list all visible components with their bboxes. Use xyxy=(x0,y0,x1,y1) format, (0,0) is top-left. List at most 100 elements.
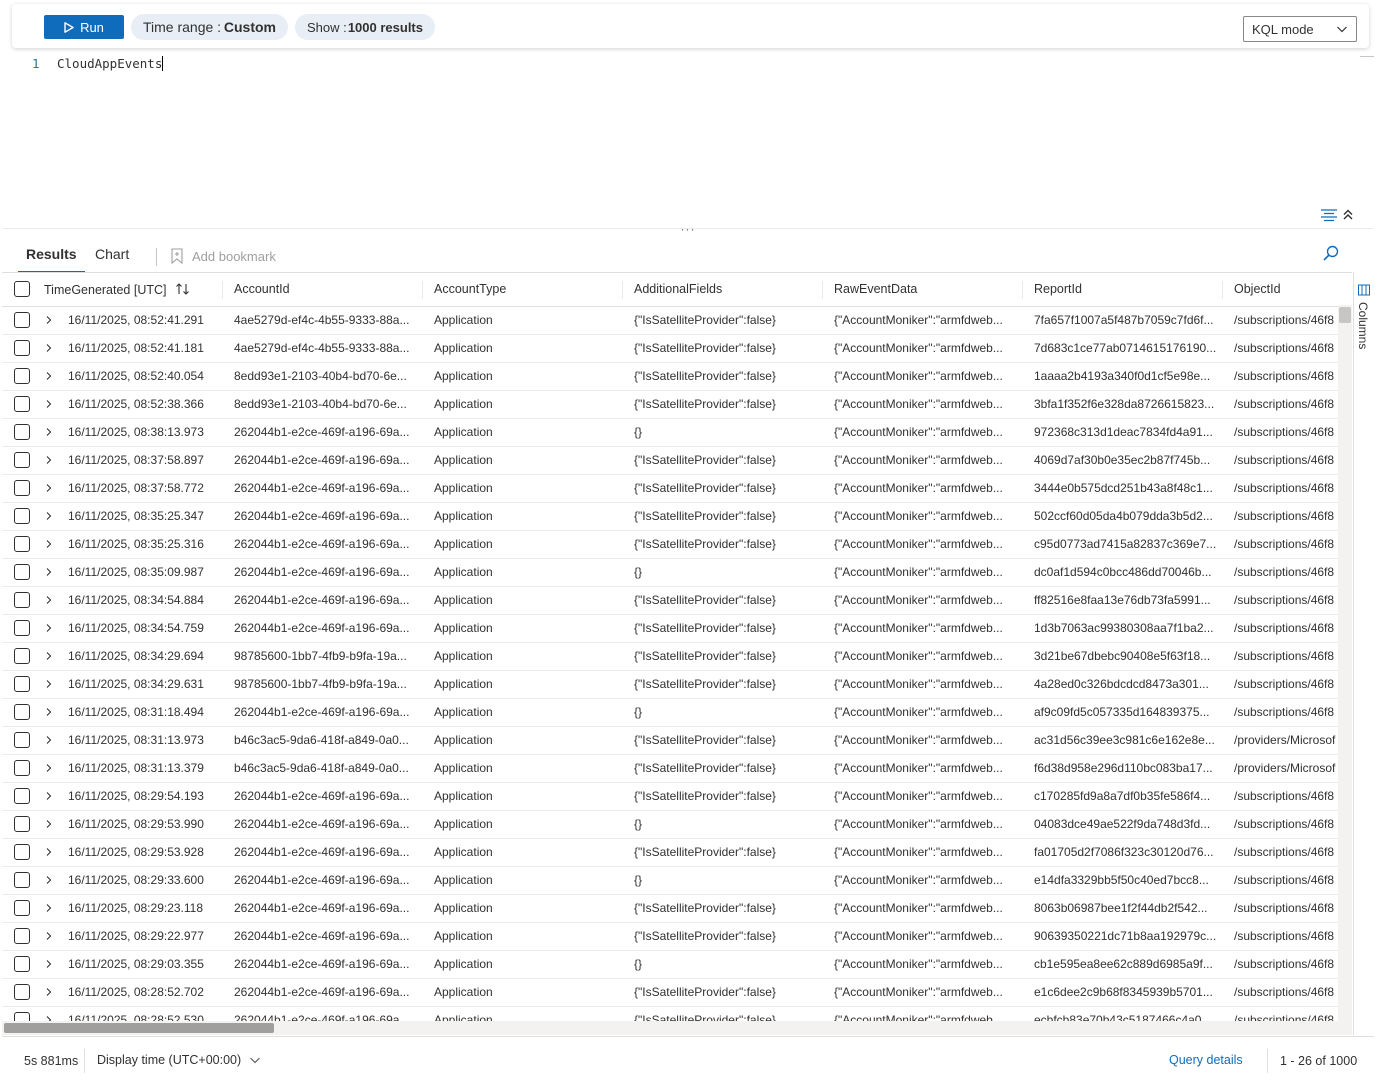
sort-icon[interactable] xyxy=(175,282,191,296)
row-checkbox[interactable] xyxy=(14,956,30,972)
column-header-accountid[interactable]: AccountId xyxy=(222,273,422,307)
row-checkbox[interactable] xyxy=(14,760,30,776)
column-header-timegenerated[interactable]: TimeGenerated [UTC] xyxy=(32,273,222,307)
row-checkbox[interactable] xyxy=(14,816,30,832)
query-text[interactable]: CloudAppEvents xyxy=(57,56,164,71)
table-row[interactable]: 16/11/2025, 08:35:25.347 262044b1-e2ce-46… xyxy=(2,502,1352,531)
row-checkbox[interactable] xyxy=(14,648,30,664)
table-row[interactable]: 16/11/2025, 08:29:23.118 262044b1-e2ce-46… xyxy=(2,894,1352,923)
table-row[interactable]: 16/11/2025, 08:35:09.987 262044b1-e2ce-46… xyxy=(2,558,1352,587)
table-row[interactable]: 16/11/2025, 08:52:40.054 8edd93e1-2103-40… xyxy=(2,362,1352,391)
table-row[interactable]: 16/11/2025, 08:34:54.884 262044b1-e2ce-46… xyxy=(2,586,1352,615)
table-row[interactable]: 16/11/2025, 08:35:25.316 262044b1-e2ce-46… xyxy=(2,530,1352,559)
table-row[interactable]: 16/11/2025, 08:34:29.694 98785600-1bb7-4f… xyxy=(2,642,1352,671)
table-row[interactable]: 16/11/2025, 08:29:53.990 262044b1-e2ce-46… xyxy=(2,810,1352,839)
table-row[interactable]: 16/11/2025, 08:34:29.631 98785600-1bb7-4f… xyxy=(2,670,1352,699)
table-row[interactable]: 16/11/2025, 08:52:41.181 4ae5279d-ef4c-4b… xyxy=(2,334,1352,363)
expand-chevron-icon[interactable] xyxy=(44,427,54,437)
editor-splitter[interactable]: ··· xyxy=(2,223,1374,235)
tab-chart[interactable]: Chart xyxy=(95,246,129,272)
table-row[interactable]: 16/11/2025, 08:29:33.600 262044b1-e2ce-46… xyxy=(2,866,1352,895)
search-icon[interactable] xyxy=(1322,244,1340,262)
expand-chevron-icon[interactable] xyxy=(44,987,54,997)
row-checkbox[interactable] xyxy=(14,844,30,860)
expand-chevron-icon[interactable] xyxy=(44,679,54,689)
table-row[interactable]: 16/11/2025, 08:37:58.772 262044b1-e2ce-46… xyxy=(2,474,1352,503)
horizontal-scroll-thumb[interactable] xyxy=(4,1023,274,1033)
expand-chevron-icon[interactable] xyxy=(44,315,54,325)
column-header-objectid[interactable]: ObjectId xyxy=(1222,273,1352,307)
expand-chevron-icon[interactable] xyxy=(44,399,54,409)
row-checkbox[interactable] xyxy=(14,928,30,944)
row-checkbox[interactable] xyxy=(14,676,30,692)
expand-chevron-icon[interactable] xyxy=(44,511,54,521)
run-button[interactable]: Run xyxy=(44,15,124,39)
column-header-reportid[interactable]: ReportId xyxy=(1022,273,1222,307)
expand-chevron-icon[interactable] xyxy=(44,903,54,913)
expand-chevron-icon[interactable] xyxy=(44,931,54,941)
row-checkbox[interactable] xyxy=(14,396,30,412)
table-row[interactable]: 16/11/2025, 08:52:38.366 8edd93e1-2103-40… xyxy=(2,390,1352,419)
expand-chevron-icon[interactable] xyxy=(44,763,54,773)
expand-chevron-icon[interactable] xyxy=(44,455,54,465)
row-checkbox[interactable] xyxy=(14,564,30,580)
display-time-dropdown[interactable]: Display time (UTC+00:00) xyxy=(97,1053,261,1067)
row-checkbox[interactable] xyxy=(14,424,30,440)
format-icon[interactable] xyxy=(1320,208,1338,222)
query-details-link[interactable]: Query details xyxy=(1169,1053,1243,1067)
row-checkbox[interactable] xyxy=(14,984,30,1000)
vertical-scroll-thumb[interactable] xyxy=(1339,307,1351,323)
row-checkbox[interactable] xyxy=(14,900,30,916)
expand-chevron-icon[interactable] xyxy=(44,623,54,633)
splitter-grip[interactable]: ··· xyxy=(681,223,696,235)
expand-chevron-icon[interactable] xyxy=(44,371,54,381)
table-row[interactable]: 16/11/2025, 08:31:13.379 b46c3ac5-9da6-41… xyxy=(2,754,1352,783)
column-header-raweventdata[interactable]: RawEventData xyxy=(822,273,1022,307)
table-row[interactable]: 16/11/2025, 08:31:13.973 b46c3ac5-9da6-41… xyxy=(2,726,1352,755)
row-checkbox[interactable] xyxy=(14,368,30,384)
table-row[interactable]: 16/11/2025, 08:29:54.193 262044b1-e2ce-46… xyxy=(2,782,1352,811)
time-range-button[interactable]: Time range : Custom xyxy=(131,14,288,40)
add-bookmark-button[interactable]: Add bookmark xyxy=(170,248,276,264)
expand-chevron-icon[interactable] xyxy=(44,651,54,661)
expand-chevron-icon[interactable] xyxy=(44,847,54,857)
row-checkbox[interactable] xyxy=(14,508,30,524)
row-checkbox[interactable] xyxy=(14,536,30,552)
expand-chevron-icon[interactable] xyxy=(44,791,54,801)
table-row[interactable]: 16/11/2025, 08:38:13.973 262044b1-e2ce-46… xyxy=(2,418,1352,447)
tab-results[interactable]: Results xyxy=(18,246,85,273)
expand-chevron-icon[interactable] xyxy=(44,567,54,577)
columns-panel-toggle[interactable]: Columns xyxy=(1353,272,1374,1035)
horizontal-scrollbar[interactable] xyxy=(2,1021,1352,1035)
table-row[interactable]: 16/11/2025, 08:29:22.977 262044b1-e2ce-46… xyxy=(2,922,1352,951)
row-checkbox[interactable] xyxy=(14,340,30,356)
row-checkbox[interactable] xyxy=(14,704,30,720)
table-row[interactable]: 16/11/2025, 08:34:54.759 262044b1-e2ce-46… xyxy=(2,614,1352,643)
expand-chevron-icon[interactable] xyxy=(44,735,54,745)
expand-chevron-icon[interactable] xyxy=(44,875,54,885)
column-header-additionalfields[interactable]: AdditionalFields xyxy=(622,273,822,307)
expand-chevron-icon[interactable] xyxy=(44,539,54,549)
collapse-icon[interactable] xyxy=(1342,208,1354,222)
table-row[interactable]: 16/11/2025, 08:52:41.291 4ae5279d-ef4c-4b… xyxy=(2,306,1352,335)
expand-chevron-icon[interactable] xyxy=(44,707,54,717)
show-results-button[interactable]: Show : 1000 results xyxy=(295,14,435,40)
query-editor[interactable]: 1 CloudAppEvents xyxy=(2,50,1374,230)
expand-chevron-icon[interactable] xyxy=(44,959,54,969)
row-checkbox[interactable] xyxy=(14,452,30,468)
row-checkbox[interactable] xyxy=(14,788,30,804)
table-row[interactable]: 16/11/2025, 08:37:58.897 262044b1-e2ce-46… xyxy=(2,446,1352,475)
row-checkbox[interactable] xyxy=(14,872,30,888)
column-header-accounttype[interactable]: AccountType xyxy=(422,273,622,307)
expand-chevron-icon[interactable] xyxy=(44,343,54,353)
expand-chevron-icon[interactable] xyxy=(44,595,54,605)
expand-chevron-icon[interactable] xyxy=(44,483,54,493)
table-row[interactable]: 16/11/2025, 08:31:18.494 262044b1-e2ce-46… xyxy=(2,698,1352,727)
kql-mode-select[interactable]: KQL mode xyxy=(1243,16,1357,42)
row-checkbox[interactable] xyxy=(14,732,30,748)
row-checkbox[interactable] xyxy=(14,620,30,636)
row-checkbox[interactable] xyxy=(14,312,30,328)
expand-chevron-icon[interactable] xyxy=(44,819,54,829)
row-checkbox[interactable] xyxy=(14,480,30,496)
vertical-scrollbar[interactable] xyxy=(1338,305,1352,1023)
